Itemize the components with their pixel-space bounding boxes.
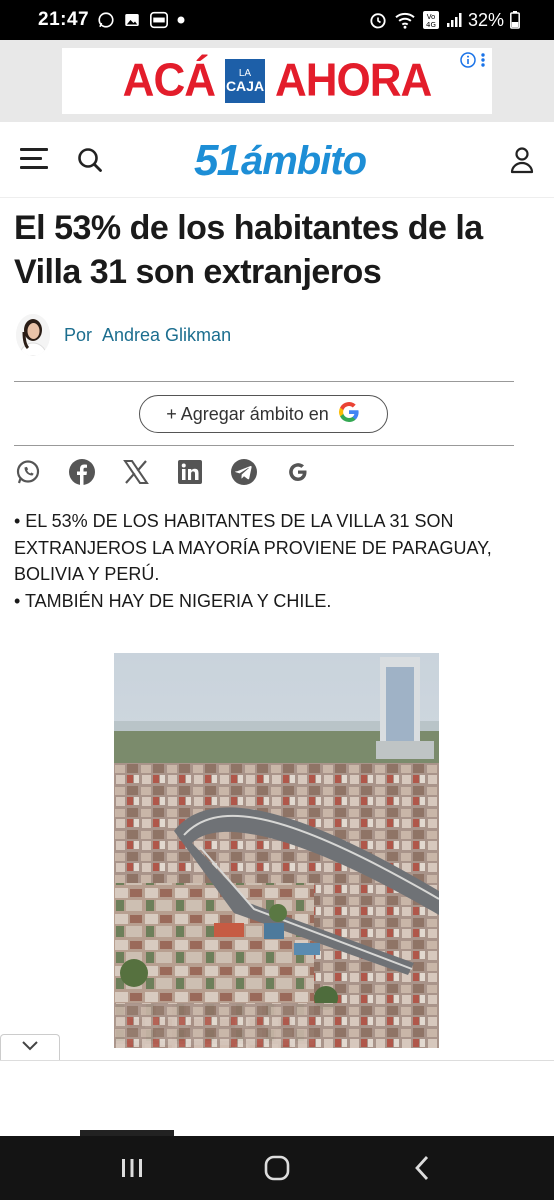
burger-king-notification-icon xyxy=(149,11,169,29)
ad-info[interactable] xyxy=(460,52,486,73)
top-ad-banner: ACÁ LA CAJA AHORA xyxy=(0,40,554,122)
share-bar xyxy=(14,458,338,486)
alarm-icon xyxy=(368,10,388,30)
wifi-icon xyxy=(394,11,416,29)
ad-logo: LA CAJA xyxy=(225,59,265,103)
more-notifications-dot-icon xyxy=(177,16,185,24)
author-line: Por Andrea Glikman xyxy=(16,314,231,356)
whatsapp-notification-icon xyxy=(97,11,115,29)
article-headline: El 53% de los habitantes de la Villa 31 … xyxy=(14,209,483,291)
ad-options-icon[interactable] xyxy=(480,52,486,73)
article-photo xyxy=(114,653,439,1048)
ad-logo-line2: CAJA xyxy=(225,78,265,94)
user-icon[interactable] xyxy=(510,146,534,174)
google-g-icon xyxy=(337,400,361,429)
article-summary: • EL 53% DE LOS HABITANTES DE LA VILLA 3… xyxy=(14,508,544,614)
svg-text:4G: 4G xyxy=(426,21,436,29)
site-logo[interactable]: 51 ámbito xyxy=(194,136,367,186)
back-icon[interactable] xyxy=(402,1148,442,1188)
summary-bullet-2: • TAMBIÉN HAY DE NIGERIA Y CHILE. xyxy=(14,590,332,611)
author-name-link[interactable]: Andrea Glikman xyxy=(102,325,231,346)
signal-icon xyxy=(446,12,462,28)
chevron-down-icon xyxy=(21,1039,39,1057)
google-icon[interactable] xyxy=(284,458,312,486)
menu-icon[interactable] xyxy=(20,148,48,170)
telegram-icon[interactable] xyxy=(230,458,258,486)
battery-percent: 32% xyxy=(467,9,504,30)
summary-bullet-1: • EL 53% DE LOS HABITANTES DE LA VILLA 3… xyxy=(14,511,492,584)
status-time: 21:47 xyxy=(38,9,90,30)
logo-number: 51 xyxy=(194,136,241,185)
author-avatar[interactable] xyxy=(16,314,50,356)
collapse-ad-button[interactable] xyxy=(0,1034,60,1060)
top-ad[interactable]: ACÁ LA CAJA AHORA xyxy=(62,48,492,114)
linkedin-icon[interactable] xyxy=(176,458,204,486)
author-prefix: Por xyxy=(64,324,93,345)
google-chip-label: + Agregar ámbito en xyxy=(166,403,329,424)
logo-word: ámbito xyxy=(240,138,367,183)
gallery-notification-icon xyxy=(123,11,141,29)
recent-apps-icon[interactable] xyxy=(112,1148,152,1188)
facebook-icon[interactable] xyxy=(68,458,96,486)
volte-4g-icon: Vo 4G xyxy=(422,10,440,30)
add-to-google-button[interactable]: + Agregar ámbito en xyxy=(139,395,388,433)
status-bar: 21:47 Vo 4G 32% xyxy=(0,0,554,40)
site-header: 51 ámbito xyxy=(0,122,554,198)
x-icon[interactable] xyxy=(122,458,150,486)
ad-info-icon[interactable] xyxy=(460,52,476,73)
search-icon[interactable] xyxy=(76,146,104,174)
divider-top xyxy=(14,381,514,382)
whatsapp-icon[interactable] xyxy=(14,458,42,486)
bottom-ad-banner[interactable] xyxy=(0,1060,554,1136)
system-nav-bar xyxy=(0,1136,554,1200)
svg-text:Vo: Vo xyxy=(427,13,436,21)
divider-bottom xyxy=(14,445,514,446)
ad-text-right: AHORA xyxy=(275,54,432,107)
ad-text-left: ACÁ xyxy=(122,54,216,107)
home-icon[interactable] xyxy=(257,1148,297,1188)
battery-icon xyxy=(510,11,520,29)
